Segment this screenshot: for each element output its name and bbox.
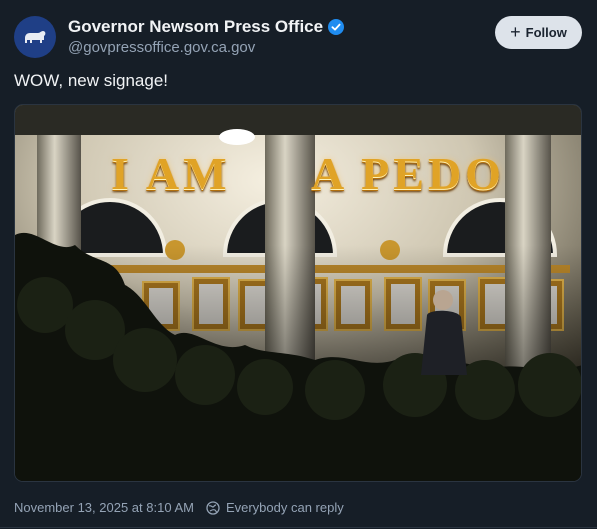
avatar[interactable] (14, 16, 56, 58)
sign-text-left: I AM (111, 147, 231, 199)
globe-icon (206, 500, 220, 515)
plus-icon: + (510, 22, 521, 42)
post-text: WOW, new signage! (14, 71, 169, 90)
post-card: Governor Newsom Press Office @govpressof… (0, 0, 597, 529)
author-handle[interactable]: @govpressoffice.gov.ca.gov (68, 39, 255, 56)
bear-icon (25, 31, 46, 43)
reply-setting: Everybody can reply (225, 500, 344, 515)
post-image[interactable]: I AM A PEDO (14, 104, 582, 482)
divider (0, 527, 597, 528)
post-meta: November 13, 2025 at 8:10 AM Everybody c… (14, 500, 344, 515)
follow-label: Follow (525, 25, 567, 40)
timestamp[interactable]: November 13, 2025 at 8:10 AM (14, 500, 194, 515)
sign-text-right: A PEDO (311, 147, 505, 199)
author-name[interactable]: Governor Newsom Press Office (68, 17, 323, 37)
verified-badge-icon (328, 19, 345, 35)
follow-button[interactable]: + Follow (495, 16, 582, 49)
author-name-row: Governor Newsom Press Office (68, 17, 345, 37)
